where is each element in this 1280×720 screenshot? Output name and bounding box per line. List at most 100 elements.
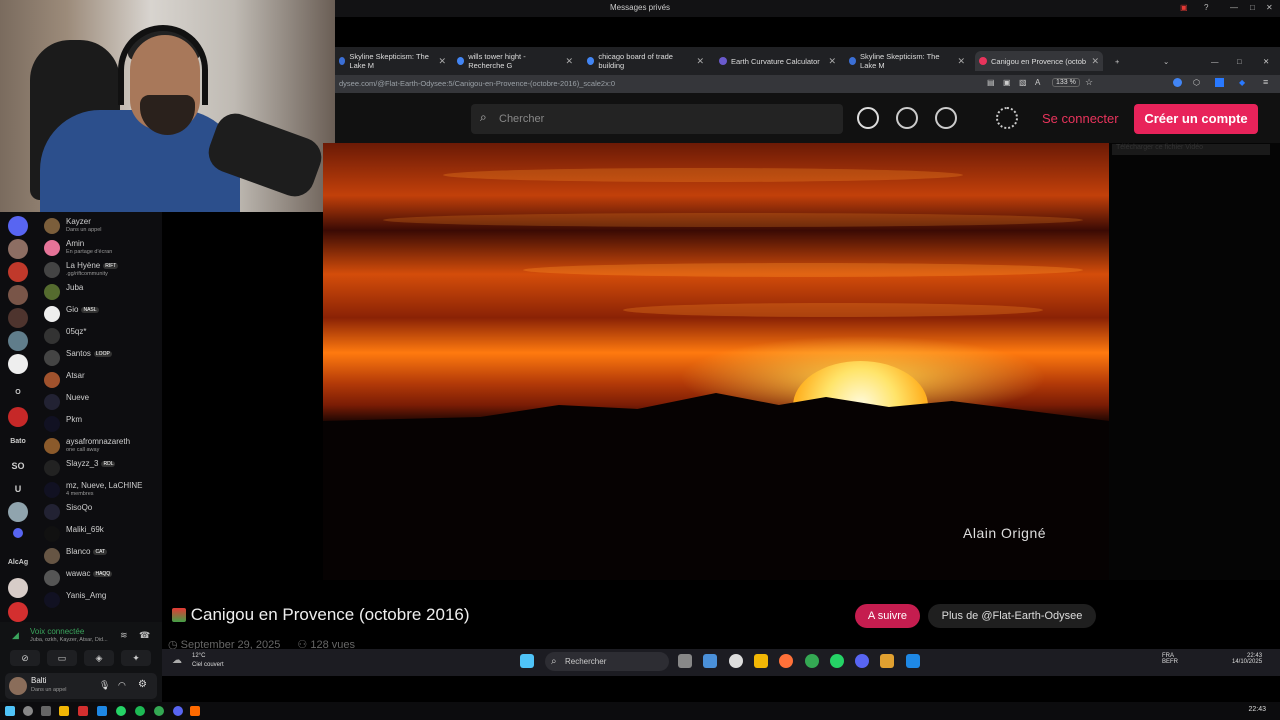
server-icon[interactable]: [8, 354, 28, 374]
windows-start-icon[interactable]: [5, 706, 15, 716]
firefox-icon[interactable]: [779, 654, 793, 668]
maximize-icon[interactable]: □: [1250, 3, 1255, 12]
whatsapp-icon[interactable]: [116, 706, 126, 716]
disconnect-icon[interactable]: ☎: [139, 630, 150, 641]
windows-start-icon[interactable]: [520, 654, 534, 668]
server-icon[interactable]: [13, 528, 23, 538]
server-icon[interactable]: [8, 239, 28, 259]
browser-tab[interactable]: Earth Curvature Calculator ✕: [715, 51, 840, 71]
taskbar-clock[interactable]: 22:43 14/10/2025: [1232, 653, 1262, 665]
download-bar[interactable]: Télécharger ce fichier Vidéo: [1112, 144, 1270, 155]
extension-icon[interactable]: [1215, 78, 1224, 87]
extension-icon[interactable]: ◆: [1239, 78, 1245, 87]
search-placeholder: Chercher: [499, 113, 545, 125]
browser-tab[interactable]: Skyline Skepticism: The Lake M ✕: [845, 51, 969, 71]
obs-icon[interactable]: [190, 706, 200, 716]
tab-close-icon[interactable]: ✕: [696, 56, 708, 67]
app-icon[interactable]: [906, 654, 920, 668]
video-player[interactable]: Alain Origné: [323, 143, 1109, 580]
close-icon[interactable]: ✕: [1266, 3, 1273, 12]
tab-close-icon[interactable]: ✕: [1091, 56, 1103, 67]
server-icon[interactable]: [8, 285, 28, 305]
spotify-icon[interactable]: [135, 706, 145, 716]
reader-icon[interactable]: ▤: [987, 78, 995, 87]
minimize-icon[interactable]: —: [1230, 3, 1238, 12]
bookmark-star-icon[interactable]: ☆: [1085, 77, 1093, 88]
headphones-icon[interactable]: ◠: [118, 680, 126, 691]
url-text[interactable]: dysee.com/@Flat-Earth-Odysee:5/Canigou-e…: [339, 79, 615, 88]
browser-tab[interactable]: Skyline Skepticism: The Lake M ✕: [335, 51, 450, 71]
alien-icon[interactable]: [729, 654, 743, 668]
chrome-icon[interactable]: [805, 654, 819, 668]
extension-icon[interactable]: [1173, 78, 1182, 87]
screenshot-icon[interactable]: ▣: [1003, 78, 1011, 87]
noise-icon[interactable]: ≋: [120, 630, 128, 641]
outer-clock[interactable]: 22:43: [1248, 706, 1266, 713]
user-panel[interactable]: Balti Dans un appel 🎙︎ ◠ ⚙: [5, 673, 157, 699]
inbox-icon[interactable]: ▣: [1180, 3, 1188, 12]
login-link[interactable]: Se connecter: [1042, 111, 1119, 126]
tab-close-icon[interactable]: ✕: [438, 56, 450, 67]
search-icon[interactable]: [23, 706, 33, 716]
gear-icon[interactable]: ⚙: [138, 679, 147, 690]
server-icon[interactable]: [8, 502, 28, 522]
translate-icon[interactable]: A: [1035, 78, 1040, 87]
activity-button[interactable]: ◈: [84, 650, 114, 666]
server-icon[interactable]: SO: [4, 461, 32, 471]
tab-close-icon[interactable]: ✕: [565, 56, 577, 67]
server-icon[interactable]: O: [4, 389, 32, 396]
server-icon[interactable]: [8, 602, 28, 622]
server-icon[interactable]: AlcAg: [4, 559, 32, 566]
task-view-icon[interactable]: [41, 706, 51, 716]
zoom-level[interactable]: 133 %: [1052, 78, 1080, 87]
server-icon[interactable]: [8, 262, 28, 282]
new-tab-icon[interactable]: +: [1111, 51, 1125, 71]
server-icon[interactable]: Bato: [4, 438, 32, 445]
address-bar[interactable]: dysee.com/@Flat-Earth-Odysee:5/Canigou-e…: [335, 75, 1280, 93]
image-icon[interactable]: ▧: [1019, 78, 1027, 87]
more-from-channel-button[interactable]: Plus de @Flat-Earth-Odysee: [928, 604, 1096, 628]
discord-icon[interactable]: [173, 706, 183, 716]
browser-tab[interactable]: wills tower hight - Recherche G ✕: [453, 51, 577, 71]
chrome-icon[interactable]: [154, 706, 164, 716]
server-icon[interactable]: [8, 216, 28, 236]
follow-button[interactable]: A suivre: [855, 604, 920, 628]
tab-list-icon[interactable]: ⌄: [1159, 51, 1173, 71]
theme-toggle-icon[interactable]: [996, 107, 1018, 129]
browser-minimize-icon[interactable]: —: [1207, 51, 1221, 71]
server-icon[interactable]: [8, 331, 28, 351]
soundboard-button[interactable]: ✦: [121, 650, 151, 666]
help-icon[interactable]: [935, 107, 957, 129]
widgets-icon[interactable]: [703, 654, 717, 668]
file-explorer-icon[interactable]: [754, 654, 768, 668]
app-icon[interactable]: [880, 654, 894, 668]
signup-button[interactable]: Créer un compte: [1134, 104, 1258, 134]
discord-icon[interactable]: [855, 654, 869, 668]
task-view-icon[interactable]: [678, 654, 692, 668]
screen-share-button[interactable]: ▭: [47, 650, 77, 666]
browser-tab-active[interactable]: Canigou en Provence (octob ✕: [975, 51, 1103, 71]
help-icon[interactable]: ?: [1204, 3, 1208, 12]
app-icon[interactable]: [78, 706, 88, 716]
menu-icon[interactable]: ≡: [1263, 77, 1268, 87]
upload-icon[interactable]: [857, 107, 879, 129]
browser-tab[interactable]: chicago board of trade building ✕: [583, 51, 708, 71]
language-indicator[interactable]: FRA BEFR: [1162, 653, 1178, 665]
server-icon[interactable]: [8, 308, 28, 328]
tab-close-icon[interactable]: ✕: [828, 56, 840, 67]
taskbar-search[interactable]: ⌕ Rechercher: [545, 652, 669, 671]
server-icon[interactable]: [8, 578, 28, 598]
whatsapp-icon[interactable]: [830, 654, 844, 668]
browser-maximize-icon[interactable]: □: [1233, 51, 1247, 71]
tab-close-icon[interactable]: ✕: [957, 56, 969, 67]
file-explorer-icon[interactable]: [59, 706, 69, 716]
server-icon[interactable]: U: [4, 484, 32, 494]
browser-close-icon[interactable]: ✕: [1259, 51, 1273, 71]
search-input[interactable]: ⌕ Chercher: [471, 104, 843, 134]
settings-icon[interactable]: [896, 107, 918, 129]
app-icon[interactable]: [97, 706, 107, 716]
server-icon[interactable]: [8, 407, 28, 427]
mic-icon[interactable]: 🎙︎: [99, 680, 110, 691]
extensions-puzzle-icon[interactable]: ⬡: [1193, 78, 1200, 87]
camera-button[interactable]: ⊘: [10, 650, 40, 666]
